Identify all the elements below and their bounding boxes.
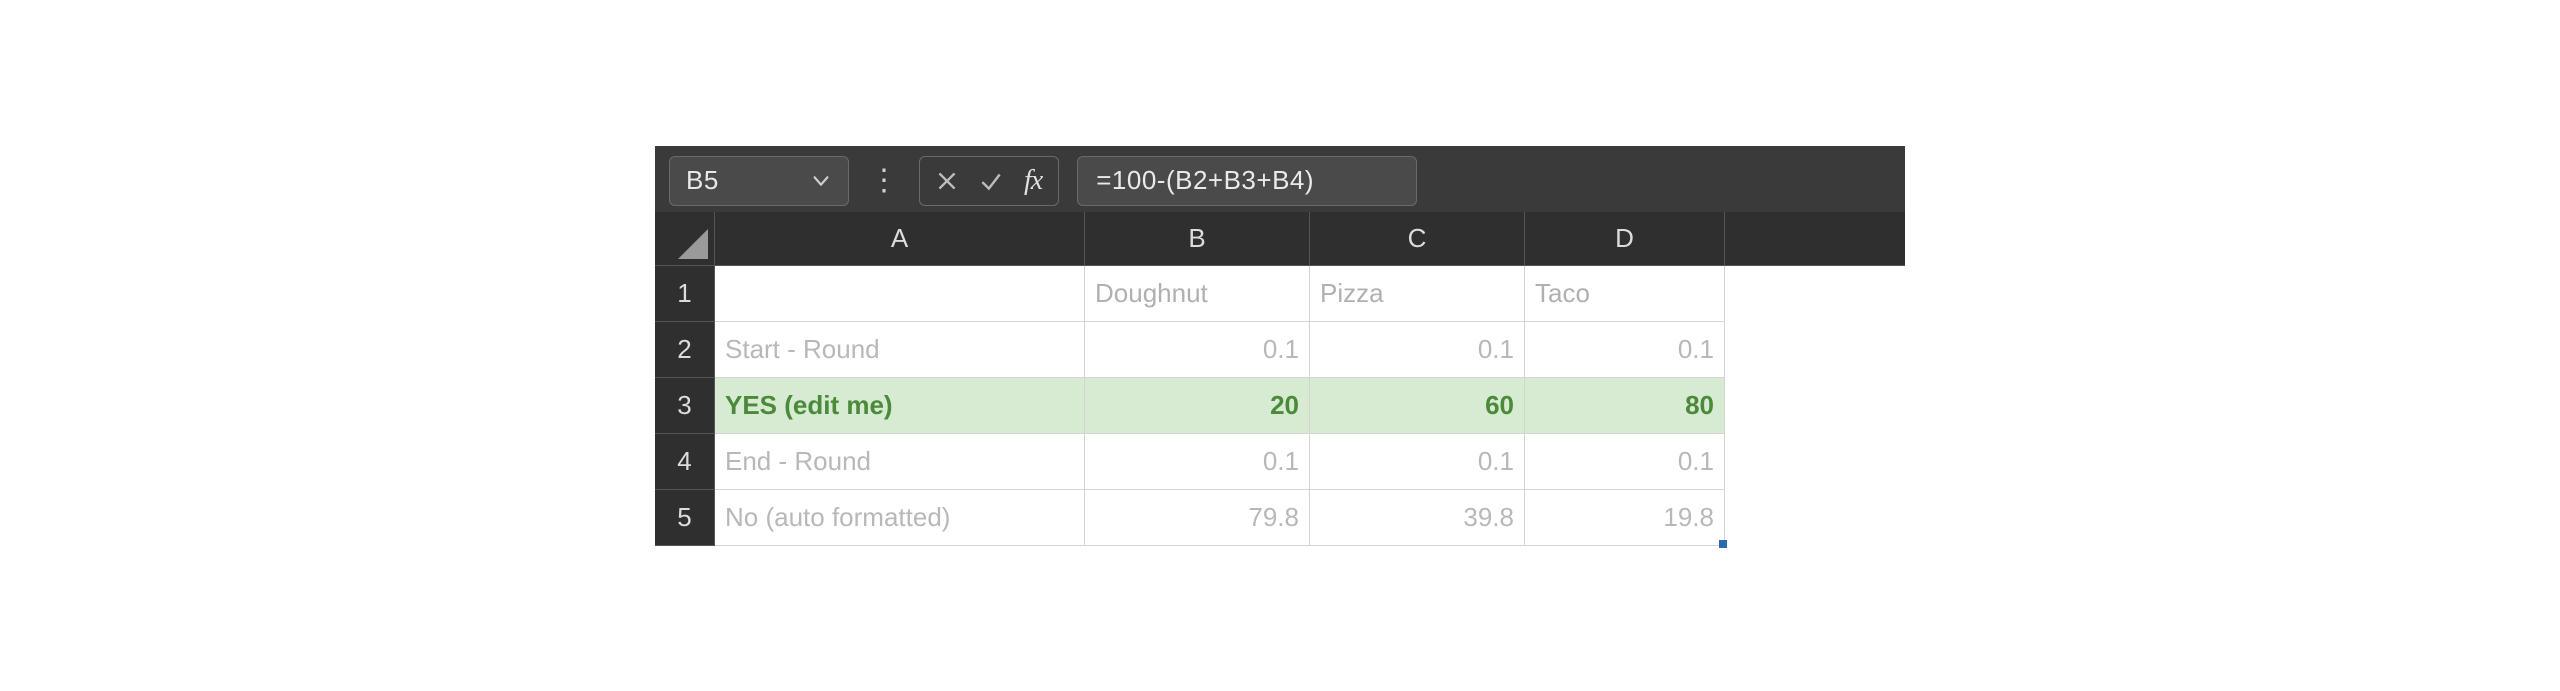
column-header-D[interactable]: D <box>1525 212 1725 265</box>
cell-C4[interactable]: 0.1 <box>1310 434 1525 490</box>
column-header-C[interactable]: C <box>1310 212 1525 265</box>
cell-A3[interactable]: YES (edit me) <box>715 378 1085 434</box>
cell-D1[interactable]: Taco <box>1525 266 1725 322</box>
cell-B2[interactable]: 0.1 <box>1085 322 1310 378</box>
cell-D5[interactable]: 19.8 <box>1525 490 1725 546</box>
formula-controls: fx <box>919 156 1059 206</box>
more-options-icon[interactable]: ⋮ <box>867 166 901 196</box>
cell-A5[interactable]: No (auto formatted) <box>715 490 1085 546</box>
column-header-A[interactable]: A <box>715 212 1085 265</box>
row-headers: 1 2 3 4 5 <box>655 266 715 546</box>
cell-A2[interactable]: Start - Round <box>715 322 1085 378</box>
formula-bar: B5 ⋮ fx =100-(B2+B3+B4) <box>655 146 1905 212</box>
grid: 1 2 3 4 5 Doughnut Pizza Taco Start - Ro… <box>655 266 1905 546</box>
cell-D4[interactable]: 0.1 <box>1525 434 1725 490</box>
cell-B5[interactable]: 79.8 <box>1085 490 1310 546</box>
table-row: YES (edit me) 20 60 80 <box>715 378 1905 434</box>
cell-C3[interactable]: 60 <box>1310 378 1525 434</box>
cell-B3[interactable]: 20 <box>1085 378 1310 434</box>
fx-icon[interactable]: fx <box>1022 165 1044 197</box>
formula-text: =100-(B2+B3+B4) <box>1096 165 1314 196</box>
table-row: Start - Round 0.1 0.1 0.1 <box>715 322 1905 378</box>
row-header-1[interactable]: 1 <box>655 266 715 322</box>
name-box[interactable]: B5 <box>669 156 849 206</box>
cell-C1[interactable]: Pizza <box>1310 266 1525 322</box>
table-row: End - Round 0.1 0.1 0.1 <box>715 434 1905 490</box>
row-header-5[interactable]: 5 <box>655 490 715 546</box>
cell-B1[interactable]: Doughnut <box>1085 266 1310 322</box>
table-row: No (auto formatted) 79.8 39.8 19.8 <box>715 490 1905 546</box>
spreadsheet-window: B5 ⋮ fx =100-(B2+B3+B4) A B C D 1 <box>655 146 1905 546</box>
row-header-4[interactable]: 4 <box>655 434 715 490</box>
cell-C5[interactable]: 39.8 <box>1310 490 1525 546</box>
cell-D2[interactable]: 0.1 <box>1525 322 1725 378</box>
row-header-3[interactable]: 3 <box>655 378 715 434</box>
cell-B4[interactable]: 0.1 <box>1085 434 1310 490</box>
formula-input[interactable]: =100-(B2+B3+B4) <box>1077 156 1417 206</box>
row-header-2[interactable]: 2 <box>655 322 715 378</box>
cell-A1[interactable] <box>715 266 1085 322</box>
cell-A4[interactable]: End - Round <box>715 434 1085 490</box>
chevron-down-icon[interactable] <box>810 170 832 192</box>
cell-value: 19.8 <box>1663 502 1714 533</box>
table-row: Doughnut Pizza Taco <box>715 266 1905 322</box>
column-header-B[interactable]: B <box>1085 212 1310 265</box>
cancel-icon[interactable] <box>934 168 960 194</box>
confirm-icon[interactable] <box>978 168 1004 194</box>
cell-D3[interactable]: 80 <box>1525 378 1725 434</box>
fill-handle[interactable] <box>1719 540 1727 548</box>
name-box-value: B5 <box>686 165 719 196</box>
cells-area: Doughnut Pizza Taco Start - Round 0.1 0.… <box>715 266 1905 546</box>
column-headers: A B C D <box>655 212 1905 266</box>
cell-C2[interactable]: 0.1 <box>1310 322 1525 378</box>
select-all-button[interactable] <box>655 212 715 265</box>
